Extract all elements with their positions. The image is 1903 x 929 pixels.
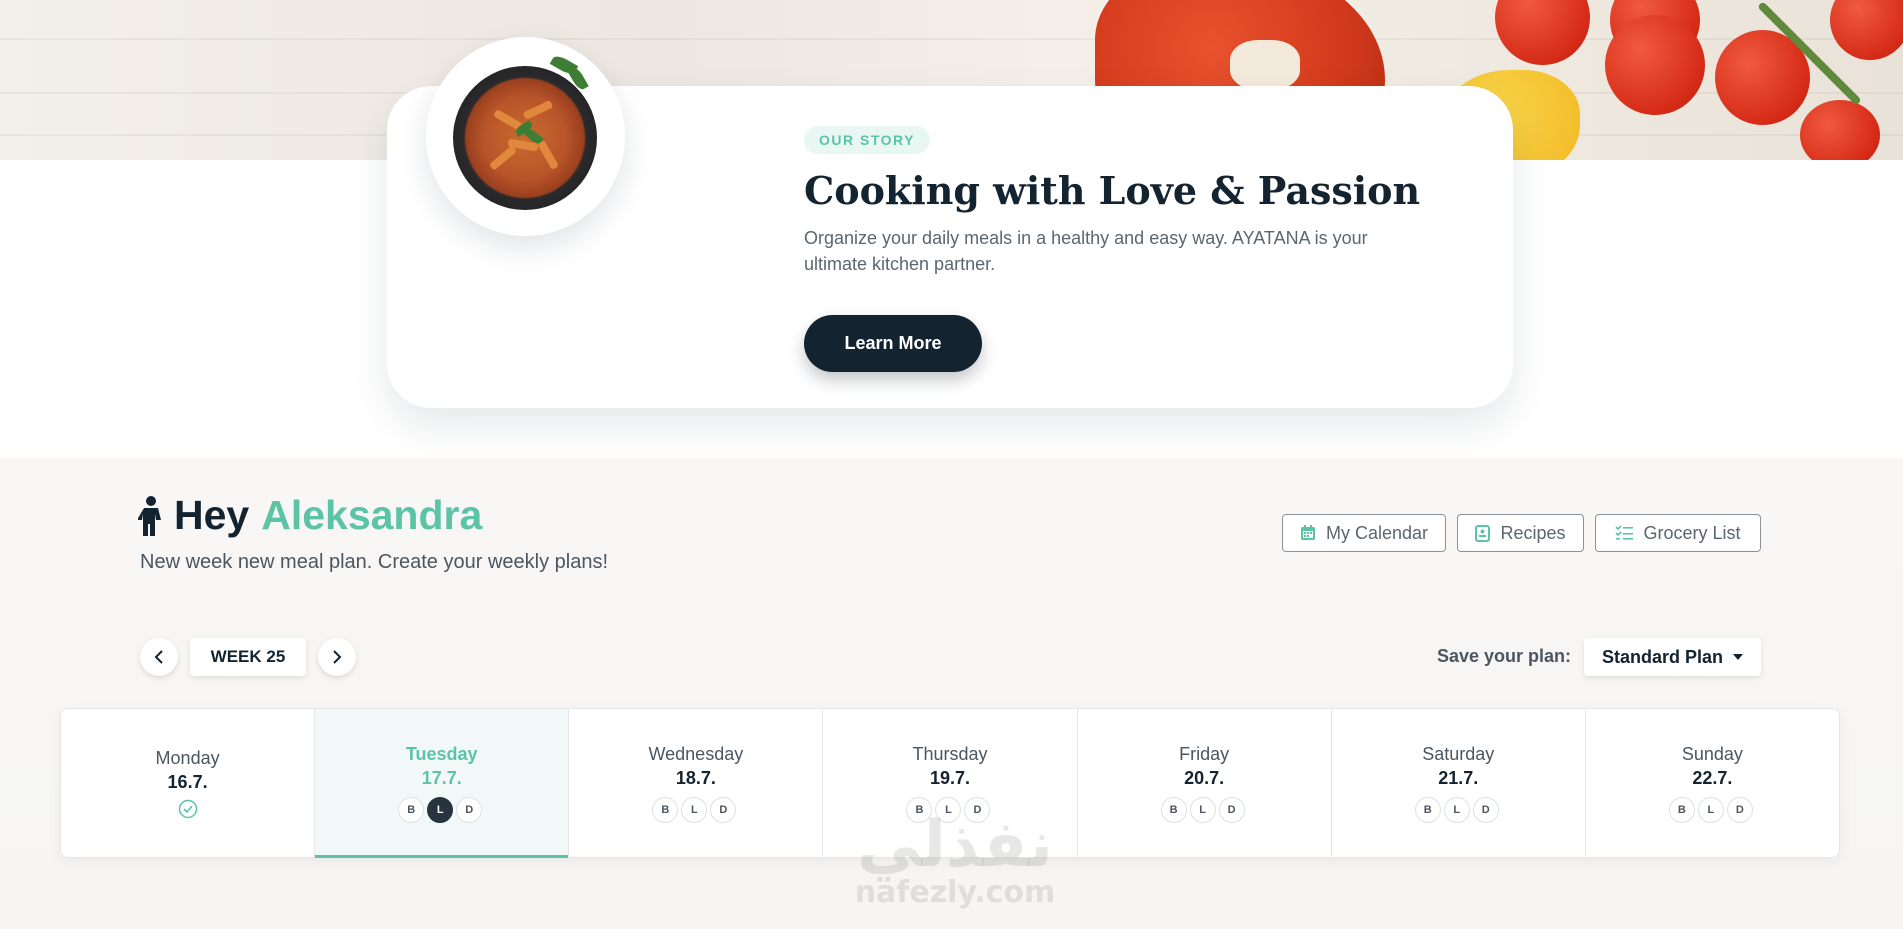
meal-toggle-d[interactable]: D: [1472, 796, 1499, 823]
tomato-image: [1495, 0, 1590, 65]
meal-toggle-b[interactable]: B: [1668, 796, 1695, 823]
day-name: Wednesday: [648, 743, 744, 764]
day-sunday[interactable]: Sunday 22.7. B L D: [1586, 709, 1839, 857]
checklist-icon: [1615, 525, 1634, 540]
day-friday[interactable]: Friday 20.7. B L D: [1078, 709, 1332, 857]
chevron-left-icon: [154, 650, 163, 664]
greeting: Hey Aleksandra: [138, 492, 482, 539]
planner-subtitle: New week new meal plan. Create your week…: [140, 551, 608, 573]
day-tuesday[interactable]: Tuesday 17.7. B L D: [315, 709, 570, 858]
meal-toggle-b[interactable]: B: [1414, 796, 1441, 823]
tomato-image: [1605, 15, 1705, 115]
pasta-plate-image: [453, 66, 597, 210]
story-description: Organize your daily meals in a healthy a…: [804, 228, 1368, 274]
meal-toggle-l[interactable]: L: [1189, 796, 1216, 823]
day-name: Thursday: [912, 743, 988, 764]
calendar-icon: [1300, 525, 1315, 540]
meal-selector: BLD: [398, 796, 485, 823]
caret-down-icon: [1733, 654, 1744, 660]
meal-toggle-d[interactable]: D: [456, 796, 483, 823]
grocery-list-button[interactable]: Grocery List: [1595, 514, 1761, 552]
day-date: 21.7.: [1438, 767, 1479, 788]
day-date: 19.7.: [929, 767, 971, 788]
week-navigation: WEEK 25: [140, 638, 356, 676]
plan-dropdown-value: Standard Plan: [1601, 646, 1724, 667]
meal-toggle-d[interactable]: D: [1726, 796, 1753, 823]
meal-toggle-b[interactable]: B: [1160, 796, 1187, 823]
chevron-right-icon: [333, 650, 342, 664]
story-badge: OUR STORY: [804, 126, 930, 154]
meal-selector: BLD: [1160, 796, 1248, 823]
week-label: WEEK 25: [190, 638, 306, 676]
day-saturday[interactable]: Saturday 21.7. B L D: [1332, 709, 1586, 857]
recipes-label: Recipes: [1500, 522, 1566, 543]
my-calendar-label: My Calendar: [1325, 522, 1429, 543]
watermark: نفذلي nafezly.com: [845, 808, 1065, 910]
day-name: Monday: [155, 747, 220, 768]
save-plan-label: Save your plan:: [1437, 646, 1572, 666]
meal-toggle-l[interactable]: L: [1697, 796, 1724, 823]
meal-selector: BLD: [1414, 796, 1502, 823]
day-name: Tuesday: [405, 743, 478, 764]
day-date: 17.7.: [421, 767, 462, 788]
meal-toggle-b[interactable]: B: [398, 796, 425, 823]
my-calendar-button[interactable]: My Calendar: [1282, 514, 1446, 552]
story-text: OUR STORY Cooking with Love & Passion Or…: [804, 126, 1424, 277]
meal-toggle-b[interactable]: B: [652, 796, 679, 823]
day-wednesday[interactable]: Wednesday 18.7. B L D: [569, 709, 824, 857]
day-name: Saturday: [1422, 743, 1495, 764]
day-date: 22.7.: [1692, 767, 1733, 788]
recipes-button[interactable]: Recipes: [1457, 514, 1584, 552]
cheese-image: [1230, 40, 1300, 90]
day-monday[interactable]: Monday 16.7.: [61, 709, 316, 857]
day-name: Sunday: [1681, 743, 1743, 764]
learn-more-button[interactable]: Learn More: [804, 315, 982, 372]
day-date: 20.7.: [1184, 767, 1225, 788]
tomato-image: [1800, 100, 1880, 160]
previous-week-button[interactable]: [140, 638, 178, 676]
meal-toggle-l[interactable]: L: [1443, 796, 1470, 823]
dish-image: [426, 37, 625, 236]
check-circle-icon: [178, 799, 197, 818]
watermark-latin: nafezly.com: [854, 875, 1056, 910]
meal-toggle-d[interactable]: D: [1218, 796, 1245, 823]
meal-toggle-d[interactable]: D: [710, 796, 737, 823]
greeting-name: Aleksandra: [261, 492, 483, 538]
meal-toggle-l[interactable]: L: [427, 796, 454, 823]
recipes-book-icon: [1475, 524, 1491, 542]
grocery-list-label: Grocery List: [1643, 522, 1741, 543]
next-week-button[interactable]: [318, 638, 356, 676]
meal-toggle-l[interactable]: L: [681, 796, 708, 823]
story-title: Cooking with Love & Passion: [804, 168, 1421, 213]
watermark-arabic: نفذلي: [857, 808, 1053, 882]
day-date: 16.7.: [167, 771, 208, 792]
day-date: 18.7.: [675, 767, 716, 788]
day-name: Friday: [1179, 743, 1230, 764]
plan-dropdown[interactable]: Standard Plan: [1584, 638, 1761, 676]
meal-selector: BLD: [1668, 796, 1756, 823]
tomato-image: [1830, 0, 1903, 60]
person-icon: [138, 495, 161, 536]
meal-selector: BLD: [652, 796, 739, 823]
greeting-hey: Hey: [174, 492, 250, 538]
